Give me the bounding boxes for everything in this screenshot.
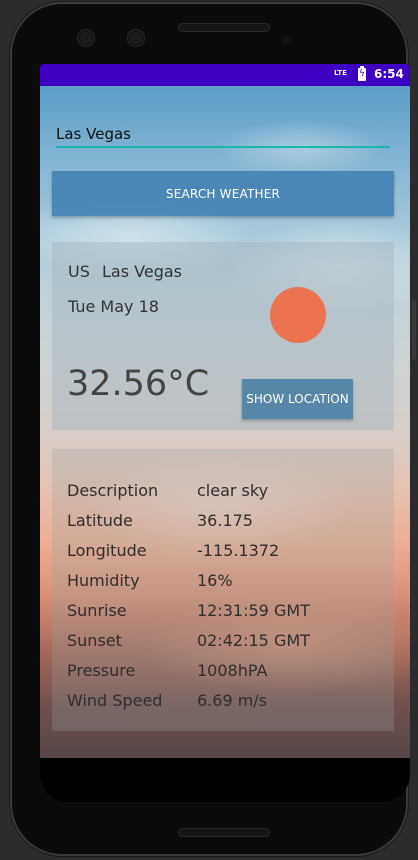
detail-label: Latitude	[67, 511, 133, 530]
earpiece-speaker	[178, 23, 270, 32]
detail-label: Longitude	[67, 541, 147, 560]
status-bar: LTE ϟ 6:54	[40, 64, 410, 86]
detail-row-description: Description clear sky	[67, 481, 387, 507]
detail-row-sunset: Sunset 02:42:15 GMT	[67, 631, 387, 657]
detail-value: 1008hPA	[197, 661, 268, 680]
country-code: US	[68, 262, 90, 281]
city-name: Las Vegas	[102, 262, 182, 281]
detail-label: Sunset	[67, 631, 122, 650]
detail-row-humidity: Humidity 16%	[67, 571, 387, 597]
screen: LTE ϟ 6:54 SEARCH WEATHER US Las Vegas T…	[40, 64, 410, 802]
detail-label: Humidity	[67, 571, 140, 590]
weather-date: Tue May 18	[68, 297, 159, 316]
search-weather-button[interactable]: SEARCH WEATHER	[52, 171, 394, 216]
detail-value: 02:42:15 GMT	[197, 631, 310, 650]
bottom-speaker	[178, 828, 270, 837]
detail-label: Pressure	[67, 661, 136, 680]
show-location-button[interactable]: SHOW LOCATION	[242, 379, 353, 419]
detail-row-sunrise: Sunrise 12:31:59 GMT	[67, 601, 387, 627]
detail-label: Wind Speed	[67, 691, 163, 710]
front-camera-icon	[78, 30, 94, 46]
detail-value: 36.175	[197, 511, 253, 530]
detail-value: clear sky	[197, 481, 269, 500]
detail-value: 6.69 m/s	[197, 691, 268, 710]
navigation-bar	[40, 758, 410, 802]
detail-row-latitude: Latitude 36.175	[67, 511, 387, 537]
network-indicator: LTE	[334, 69, 347, 77]
front-sensor-icon	[128, 30, 144, 46]
proximity-sensor-icon	[282, 35, 292, 45]
detail-value: 12:31:59 GMT	[197, 601, 310, 620]
battery-icon: ϟ	[358, 66, 366, 81]
current-weather-card: US Las Vegas Tue May 18 32.56°C SHOW LOC…	[52, 242, 394, 430]
detail-value: -115.1372	[197, 541, 280, 560]
city-search-input[interactable]	[56, 122, 390, 148]
detail-row-wind-speed: Wind Speed 6.69 m/s	[67, 691, 387, 717]
weather-details-card: Description clear sky Latitude 36.175 Lo…	[52, 449, 394, 731]
detail-value: 16%	[197, 571, 233, 590]
phone-frame: LTE ϟ 6:54 SEARCH WEATHER US Las Vegas T…	[10, 2, 410, 856]
detail-label: Description	[67, 481, 159, 500]
sun-icon	[270, 287, 326, 343]
detail-label: Sunrise	[67, 601, 127, 620]
power-button	[412, 300, 416, 360]
weather-app: SEARCH WEATHER US Las Vegas Tue May 18 3…	[40, 86, 410, 758]
status-time: 6:54	[374, 67, 404, 81]
detail-row-pressure: Pressure 1008hPA	[67, 661, 387, 687]
detail-row-longitude: Longitude -115.1372	[67, 541, 387, 567]
temperature: 32.56°C	[67, 364, 210, 404]
